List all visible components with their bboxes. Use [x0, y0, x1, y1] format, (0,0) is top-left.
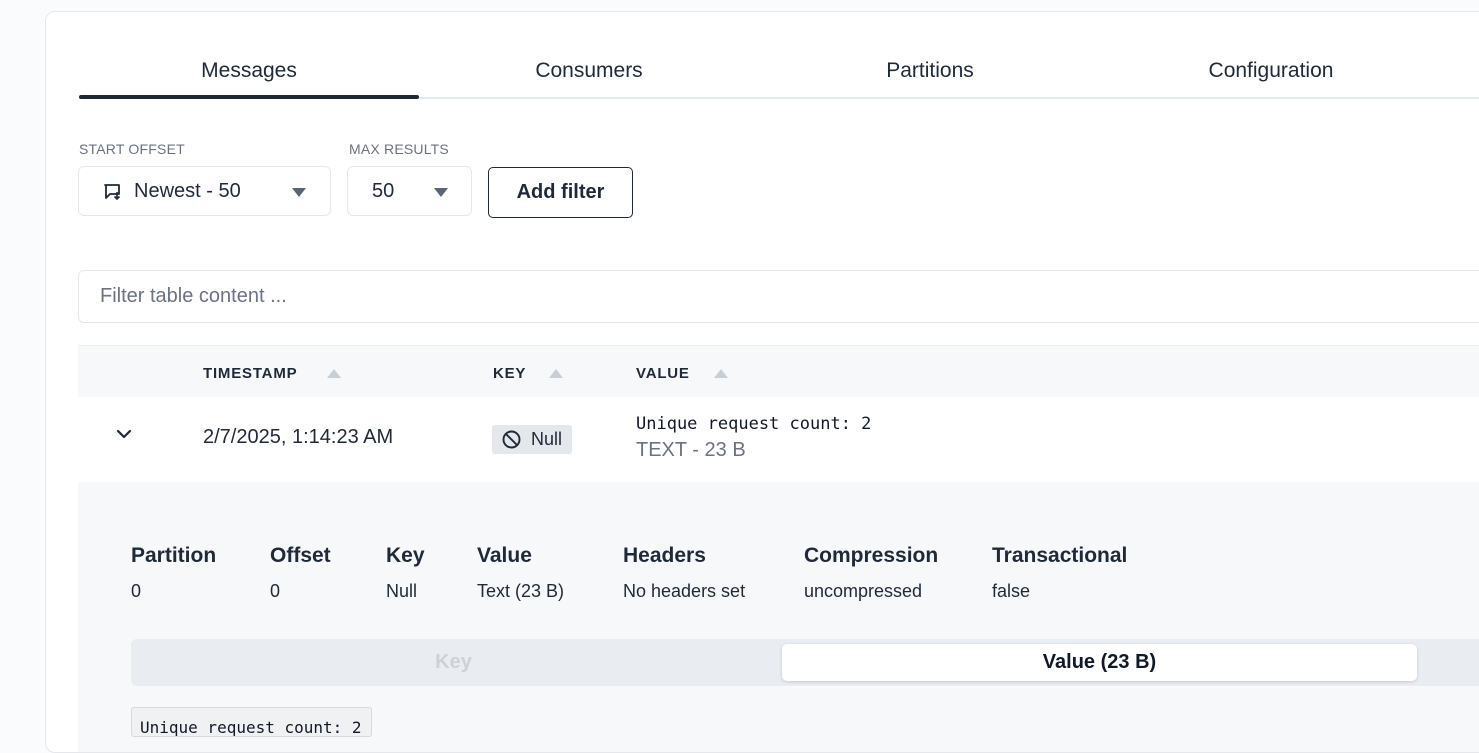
max-results-label: MAX RESULTS — [349, 141, 449, 157]
detail-header-key: Key — [386, 544, 425, 567]
detail-value-key: Null — [386, 581, 418, 601]
tab-messages[interactable]: Messages — [79, 52, 419, 99]
segment-key[interactable]: Key — [131, 639, 776, 686]
key-null-label: Null — [531, 429, 563, 449]
key-null-badge: Null — [492, 425, 572, 454]
segment-value[interactable]: Value (23 B) — [782, 644, 1417, 681]
detail-value-value: Text (23 B) — [477, 581, 565, 601]
detail-header-offset: Offset — [270, 544, 331, 567]
key-value-toggle: Key Value (23 B) — [131, 639, 1479, 686]
start-offset-label: START OFFSET — [79, 141, 185, 157]
start-offset-value: Newest - 50 — [134, 180, 241, 202]
table-header: TIMESTAMP KEY VALUE — [78, 345, 1479, 398]
start-offset-select[interactable]: Newest - 50 — [78, 166, 331, 216]
ban-icon — [502, 430, 521, 449]
chevron-down-icon — [292, 188, 306, 197]
detail-header-compression: Compression — [804, 544, 939, 567]
detail-value-headers: No headers set — [623, 581, 746, 601]
column-header-key[interactable]: KEY — [493, 365, 526, 382]
row-value-meta: TEXT - 23 B — [636, 439, 746, 461]
detail-header-partition: Partition — [131, 544, 217, 567]
tab-bar: Messages Consumers Partitions Configurat… — [79, 52, 1479, 99]
message-arrow-icon — [104, 184, 121, 201]
filter-table-input[interactable]: Filter table content ... — [78, 270, 1479, 323]
column-header-value[interactable]: VALUE — [636, 365, 690, 382]
sort-icon[interactable] — [714, 369, 728, 378]
message-value-code: Unique request count: 2 — [131, 707, 372, 737]
detail-header-value: Value — [477, 544, 532, 567]
message-detail-panel: Partition Offset Key Value Headers Compr… — [78, 482, 1479, 752]
detail-header-transactional: Transactional — [992, 544, 1128, 567]
row-timestamp: 2/7/2025, 1:14:23 AM — [203, 426, 394, 448]
chevron-down-icon[interactable] — [115, 428, 133, 440]
column-header-timestamp[interactable]: TIMESTAMP — [203, 365, 297, 382]
detail-value-offset: 0 — [270, 581, 281, 601]
detail-header-headers: Headers — [623, 544, 706, 567]
row-value-text: Unique request count: 2 — [636, 414, 872, 434]
max-results-value: 50 — [372, 180, 395, 202]
sort-icon[interactable] — [549, 369, 563, 378]
chevron-down-icon — [434, 188, 448, 197]
detail-value-compression: uncompressed — [804, 581, 923, 601]
tab-partitions[interactable]: Partitions — [760, 52, 1100, 97]
tab-configuration[interactable]: Configuration — [1101, 52, 1441, 97]
sort-icon[interactable] — [327, 369, 341, 378]
tab-consumers[interactable]: Consumers — [419, 52, 759, 97]
detail-value-partition: 0 — [131, 581, 142, 601]
detail-value-transactional: false — [992, 581, 1031, 601]
table-row[interactable]: 2/7/2025, 1:14:23 AM Null Unique request… — [78, 397, 1479, 483]
max-results-select[interactable]: 50 — [347, 166, 472, 216]
topic-detail-card: Messages Consumers Partitions Configurat… — [45, 11, 1479, 753]
add-filter-button[interactable]: Add filter — [488, 167, 633, 218]
